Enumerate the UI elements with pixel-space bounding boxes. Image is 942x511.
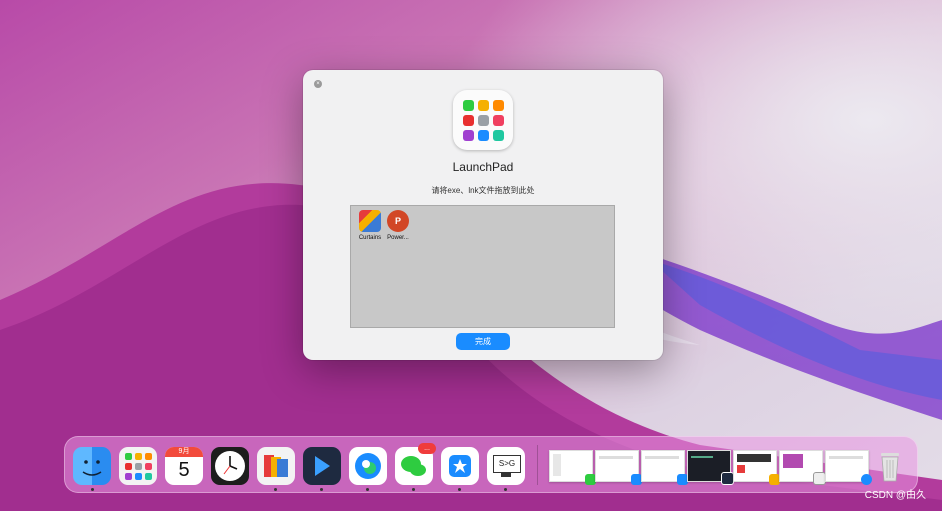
grid-square [462, 129, 474, 141]
grid-square [124, 462, 132, 470]
dropped-item-powerpoint[interactable]: P Power... [381, 210, 415, 241]
dock: 9月 5 ... S>G [64, 436, 918, 493]
watermark: CSDN @由久 [864, 490, 926, 501]
window-thumb-7[interactable] [825, 450, 872, 485]
grid-square [477, 129, 489, 141]
running-indicator [504, 488, 507, 491]
terminal-icon[interactable]: S>G [487, 447, 525, 485]
trash-icon[interactable] [871, 447, 909, 485]
done-button[interactable]: 完成 [456, 333, 510, 350]
calendar-icon[interactable]: 9月 5 [165, 447, 203, 485]
grid-square [492, 114, 504, 126]
running-indicator [458, 488, 461, 491]
window-thumb-4[interactable] [687, 450, 734, 485]
grid-square [134, 462, 142, 470]
grid-square [462, 99, 474, 111]
window-thumb-5[interactable] [733, 450, 780, 485]
dropped-item-label: Power... [387, 235, 409, 241]
dialog-title: LaunchPad [452, 160, 514, 174]
curtains-app-icon[interactable] [257, 447, 295, 485]
curtains-icon [359, 210, 381, 232]
running-indicator [274, 488, 277, 491]
running-indicator [412, 488, 415, 491]
grid-square [144, 472, 152, 480]
clock-icon[interactable] [211, 447, 249, 485]
running-indicator [91, 488, 94, 491]
close-button[interactable]: × [314, 80, 322, 88]
window-thumb-3[interactable] [641, 450, 688, 485]
grid-square [462, 114, 474, 126]
drop-hint: 请将exe、lnk文件拖放到此处 [431, 186, 535, 195]
ticktick-icon[interactable] [441, 447, 479, 485]
running-indicator [366, 488, 369, 491]
running-indicator [320, 488, 323, 491]
grid-square [124, 452, 132, 460]
finder-icon[interactable] [73, 447, 111, 485]
calendar-day: 5 [178, 459, 190, 481]
grid-square [477, 99, 489, 111]
vscode-icon[interactable] [303, 447, 341, 485]
launchpad-icon[interactable] [119, 447, 157, 485]
drop-zone[interactable]: Curtains P Power... [350, 205, 615, 328]
terminal-label: S>G [493, 455, 521, 473]
edge-icon[interactable] [349, 447, 387, 485]
window-thumb-6[interactable] [779, 450, 826, 485]
calendar-month: 9月 [165, 447, 203, 457]
grid-square [134, 472, 142, 480]
wechat-icon[interactable]: ... [395, 443, 436, 485]
notification-badge: ... [418, 443, 436, 454]
dock-separator [537, 445, 538, 485]
launchpad-dialog: × LaunchPad 请将exe、lnk文件拖放到此处 Curtains P … [303, 70, 663, 360]
grid-square [144, 452, 152, 460]
grid-square [492, 99, 504, 111]
grid-square [144, 462, 152, 470]
window-thumb-2[interactable] [595, 450, 642, 485]
grid-square [477, 114, 489, 126]
grid-square [134, 452, 142, 460]
launchpad-grid-icon [453, 90, 513, 150]
powerpoint-icon: P [387, 210, 409, 232]
window-thumb-1[interactable] [549, 450, 596, 485]
grid-square [124, 472, 132, 480]
grid-square [492, 129, 504, 141]
